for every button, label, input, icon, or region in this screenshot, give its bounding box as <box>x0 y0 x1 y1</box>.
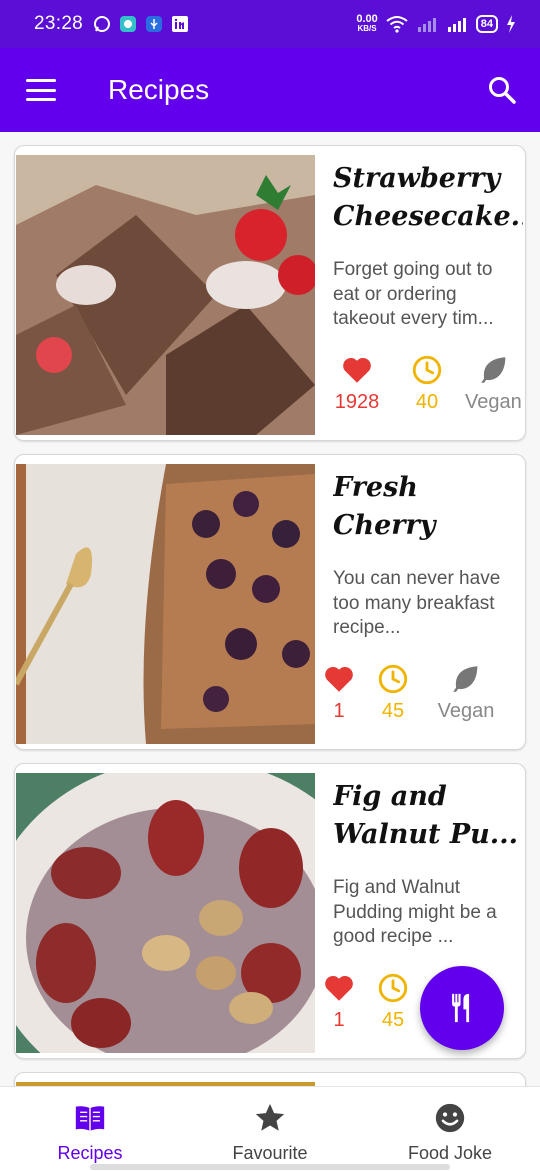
nav-label: Food Joke <box>407 1143 493 1163</box>
time-stat: 40 <box>403 353 451 414</box>
recipe-title: Fresh Cherry Scones <box>333 472 436 541</box>
vegan-stat: Vegan <box>433 662 499 723</box>
recipe-description: You can never have too many breakfast re… <box>333 568 501 638</box>
likes-count: 1928 <box>334 391 380 413</box>
speed-unit: KB/S <box>357 24 377 33</box>
clock-icon <box>412 355 442 385</box>
vegan-stat: Vegan <box>465 353 525 414</box>
leaf-icon <box>481 357 506 383</box>
nav-label: Favourite <box>232 1143 308 1163</box>
smiley-icon <box>435 1103 465 1133</box>
recipe-card[interactable]: Fresh Cherry Scones You can never have t… <box>14 454 526 750</box>
recipe-description: Fig and Walnut Pudding might be a good r… <box>333 877 497 947</box>
likes-stat: 1 <box>321 971 357 1032</box>
status-left: 23:28 <box>34 13 189 35</box>
minutes-count: 45 <box>381 1009 405 1031</box>
whatsapp-icon <box>94 16 111 32</box>
likes-stat: 1928 <box>333 353 381 414</box>
recipe-stats: 1 45 Vegan <box>321 662 525 723</box>
recipe-title: Strawberry Cheesecake... <box>333 163 523 232</box>
tag-label: Vegan <box>465 391 522 413</box>
messenger-icon <box>120 16 137 32</box>
page-title: Recipes <box>108 74 210 105</box>
app-bar: Recipes <box>0 48 540 132</box>
nav-item-recipes[interactable]: Recipes <box>0 1087 180 1171</box>
bottom-navigation: Recipes Favourite Food Joke <box>0 1086 540 1171</box>
wifi-icon <box>386 16 408 33</box>
gesture-bar <box>90 1164 450 1170</box>
minutes-count: 40 <box>415 391 439 413</box>
clock-icon <box>378 664 408 694</box>
recipe-content: Fresh Cherry Scones You can never have t… <box>333 469 523 641</box>
recipe-image <box>16 464 315 744</box>
heart-icon <box>325 975 353 1001</box>
usb-icon <box>146 16 163 32</box>
status-time: 23:28 <box>34 13 84 34</box>
heart-icon <box>343 357 371 383</box>
restaurant-icon <box>452 993 470 1023</box>
recipe-content: Fig and Walnut Pu... Fig and Walnut Pudd… <box>333 778 523 950</box>
star-icon <box>255 1103 285 1131</box>
status-right: 0.00 KB/S 84 <box>356 14 516 34</box>
recipe-stats: 1928 40 Vegan <box>333 353 525 414</box>
recipe-image <box>16 773 315 1053</box>
signal-weak-icon <box>417 18 436 32</box>
recipe-title: Fig and Walnut Pu... <box>333 781 518 850</box>
status-bar: 23:28 0.00 KB/S 84 <box>0 0 540 48</box>
time-stat: 45 <box>375 662 411 723</box>
speed-value: 0.00 <box>356 13 378 25</box>
time-stat: 45 <box>375 971 411 1032</box>
clock-icon <box>378 973 408 1003</box>
heart-icon <box>325 666 353 692</box>
recipe-image <box>16 155 315 435</box>
battery-level: 84 <box>480 18 493 30</box>
nav-label: Recipes <box>57 1143 123 1163</box>
tag-label: Vegan <box>437 700 495 722</box>
likes-count: 1 <box>333 1009 345 1031</box>
nav-item-favourite[interactable]: Favourite <box>180 1087 360 1171</box>
nav-item-food-joke[interactable]: Food Joke <box>360 1087 540 1171</box>
recipe-card[interactable]: Strawberry Cheesecake... Forget going ou… <box>14 145 526 441</box>
menu-icon[interactable] <box>26 79 56 101</box>
recipe-content: Strawberry Cheesecake... Forget going ou… <box>333 160 523 332</box>
food-fab-button[interactable] <box>420 966 504 1050</box>
linkedin-icon <box>172 16 189 32</box>
likes-count: 1 <box>333 700 345 722</box>
signal-icon <box>447 18 466 32</box>
book-icon <box>75 1106 105 1131</box>
battery-indicator: 84 <box>475 15 498 33</box>
charging-icon <box>507 15 515 33</box>
minutes-count: 45 <box>381 700 405 722</box>
network-speed: 0.00 KB/S <box>356 14 377 34</box>
likes-stat: 1 <box>321 662 357 723</box>
leaf-icon <box>453 666 478 692</box>
search-icon[interactable] <box>486 74 518 106</box>
recipe-description: Forget going out to eat or ordering take… <box>333 259 494 329</box>
notification-icons <box>93 15 189 33</box>
